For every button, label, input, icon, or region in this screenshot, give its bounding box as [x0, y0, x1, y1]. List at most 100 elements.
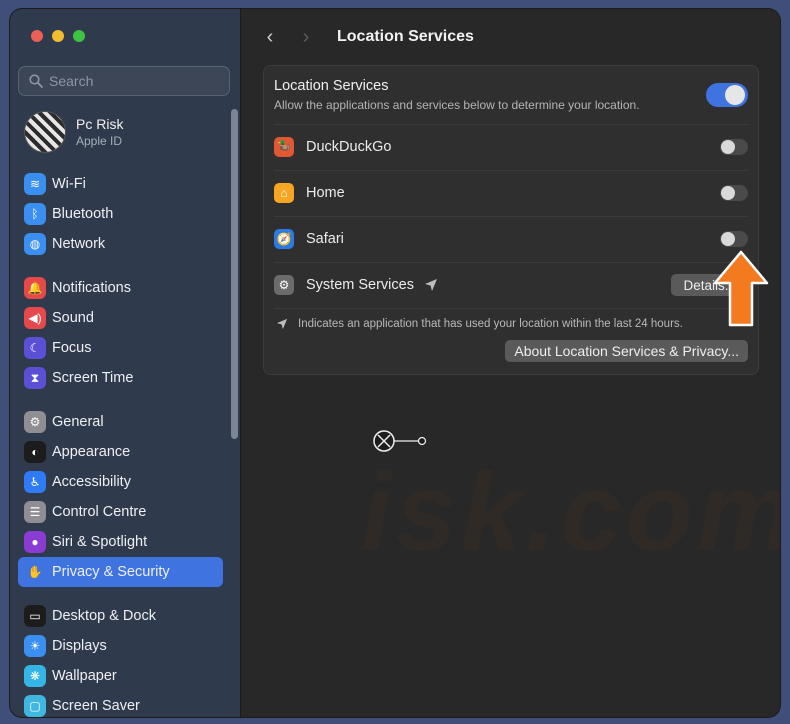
- back-button[interactable]: ‹: [255, 26, 285, 49]
- sidebar-item-label: Wallpaper: [52, 668, 117, 684]
- sidebar-item-notifications[interactable]: 🔔 Notifications: [18, 273, 223, 303]
- sidebar: Search Pc Risk Apple ID ≋ Wi-Fi ᛒ Bluetooth…: [10, 9, 241, 717]
- app-name: DuckDuckGo: [306, 139, 392, 155]
- sidebar-item-label: Privacy & Security: [52, 564, 170, 580]
- search-icon: [29, 74, 43, 88]
- screen-saver-icon: ▢: [24, 695, 46, 717]
- sidebar-item-label: Bluetooth: [52, 206, 114, 222]
- settings-window: Search Pc Risk Apple ID ≋ Wi-Fi ᛒ Bluetooth…: [10, 9, 780, 717]
- toggle-knob: [721, 232, 735, 246]
- main-content: isk.com ‹ › Location Services Location S…: [241, 9, 780, 717]
- sidebar-item-label: Network: [52, 236, 106, 252]
- safari-location-toggle[interactable]: [720, 231, 748, 247]
- page-title: Location Services: [337, 28, 474, 45]
- gear-icon: ⚙: [24, 411, 46, 433]
- sidebar-item-wi-fi[interactable]: ≋ Wi-Fi: [18, 169, 223, 199]
- gear-icon: ⚙: [274, 275, 294, 295]
- location-services-description: Allow the applications and services belo…: [274, 98, 640, 112]
- sidebar-list: ≋ Wi-Fi ᛒ Bluetooth ◍ Network 🔔 Notifications ◀)…: [18, 169, 223, 717]
- location-arrow-icon: [276, 318, 288, 330]
- location-services-panel: Location Services Allow the applications…: [263, 65, 759, 375]
- location-services-title: Location Services: [274, 78, 389, 94]
- sidebar-item-screen-saver[interactable]: ▢ Screen Saver: [18, 691, 223, 717]
- flower-icon: ❋: [24, 665, 46, 687]
- sidebar-item-label: General: [52, 414, 104, 430]
- duckduckgo-location-toggle[interactable]: [720, 139, 748, 155]
- sidebar-item-control-centre[interactable]: ☰ Control Centre: [18, 497, 223, 527]
- duckduckgo-icon: 🦆: [274, 137, 294, 157]
- sidebar-item-displays[interactable]: ☀ Displays: [18, 631, 223, 661]
- sidebar-item-screen-time[interactable]: ⧗ Screen Time: [18, 363, 223, 393]
- sidebar-scrollbar[interactable]: [231, 109, 238, 439]
- sidebar-item-appearance[interactable]: ◐ Appearance: [18, 437, 223, 467]
- toolbar: ‹ › Location Services: [241, 23, 780, 51]
- toggle-knob: [721, 186, 735, 200]
- sidebar-item-wallpaper[interactable]: ❋ Wallpaper: [18, 661, 223, 691]
- sidebar-item-accessibility[interactable]: ♿ Accessibility: [18, 467, 223, 497]
- app-name: Home: [306, 185, 345, 201]
- sidebar-item-network[interactable]: ◍ Network: [18, 229, 223, 259]
- about-location-services-button[interactable]: About Location Services & Privacy...: [505, 340, 748, 362]
- sun-icon: ☀: [24, 635, 46, 657]
- zoom-window-button[interactable]: [73, 30, 85, 42]
- search-field[interactable]: Search: [18, 66, 230, 96]
- dock-icon: ▭: [24, 605, 46, 627]
- sidebar-item-label: Wi-Fi: [52, 176, 86, 192]
- location-services-header: Location Services Allow the applications…: [274, 66, 748, 125]
- speaker-icon: ◀): [24, 307, 46, 329]
- sidebar-item-focus[interactable]: ☾ Focus: [18, 333, 223, 363]
- toggle-knob: [725, 85, 745, 105]
- account-name: Pc Risk: [76, 116, 124, 132]
- sidebar-item-label: Appearance: [52, 444, 131, 460]
- home-location-toggle[interactable]: [720, 185, 748, 201]
- sidebar-item-label: Focus: [52, 340, 92, 356]
- sidebar-item-label: Screen Time: [52, 370, 134, 386]
- sidebar-item-label: Sound: [52, 310, 94, 326]
- sidebar-item-label: Control Centre: [52, 504, 147, 520]
- hourglass-icon: ⧗: [24, 367, 46, 389]
- sidebar-item-label: Siri & Spotlight: [52, 534, 148, 550]
- app-row-duckduckgo: 🦆 DuckDuckGo: [274, 124, 748, 171]
- sidebar-item-sound[interactable]: ◀) Sound: [18, 303, 223, 333]
- minimize-window-button[interactable]: [52, 30, 64, 42]
- accessibility-icon: ♿: [24, 471, 46, 493]
- app-row-safari: 🧭 Safari: [274, 216, 748, 263]
- location-arrow-icon: [424, 279, 437, 291]
- watermark: isk.com: [361, 451, 780, 574]
- search-placeholder: Search: [49, 73, 94, 89]
- app-row-home: ⌂ Home: [274, 170, 748, 217]
- sidebar-item-label: Desktop & Dock: [52, 608, 156, 624]
- toggle-knob: [721, 140, 735, 154]
- moon-icon: ☾: [24, 337, 46, 359]
- avatar: [24, 111, 66, 153]
- location-note: Indicates an application that has used y…: [276, 318, 683, 330]
- window-controls: [31, 30, 85, 42]
- wifi-icon: ≋: [24, 173, 46, 195]
- close-window-button[interactable]: [31, 30, 43, 42]
- highlight-arrow-icon: [713, 250, 769, 327]
- bluetooth-icon: ᛒ: [24, 203, 46, 225]
- sidebar-item-desktop-dock[interactable]: ▭ Desktop & Dock: [18, 601, 223, 631]
- location-services-toggle[interactable]: [706, 83, 748, 107]
- forward-button[interactable]: ›: [291, 26, 321, 49]
- safari-icon: 🧭: [274, 229, 294, 249]
- system-services-row: ⚙ System Services Details...: [274, 262, 748, 309]
- control-centre-icon: ☰: [24, 501, 46, 523]
- system-services-label: System Services: [306, 277, 414, 293]
- sidebar-item-label: Accessibility: [52, 474, 131, 490]
- sidebar-item-label: Notifications: [52, 280, 131, 296]
- sidebar-item-privacy-security[interactable]: ✋ Privacy & Security: [18, 557, 223, 587]
- account-subtitle: Apple ID: [76, 134, 123, 148]
- sidebar-item-label: Screen Saver: [52, 698, 140, 714]
- app-name: Safari: [306, 231, 344, 247]
- sidebar-item-label: Displays: [52, 638, 107, 654]
- sidebar-item-siri-spotlight[interactable]: ● Siri & Spotlight: [18, 527, 223, 557]
- location-note-text: Indicates an application that has used y…: [298, 318, 683, 330]
- bell-icon: 🔔: [24, 277, 46, 299]
- appearance-icon: ◐: [24, 441, 46, 463]
- cursor-icon: [373, 430, 427, 452]
- apple-id-account[interactable]: Pc Risk Apple ID: [24, 110, 123, 154]
- sidebar-item-general[interactable]: ⚙ General: [18, 407, 223, 437]
- sidebar-item-bluetooth[interactable]: ᛒ Bluetooth: [18, 199, 223, 229]
- hand-icon: ✋: [24, 561, 46, 583]
